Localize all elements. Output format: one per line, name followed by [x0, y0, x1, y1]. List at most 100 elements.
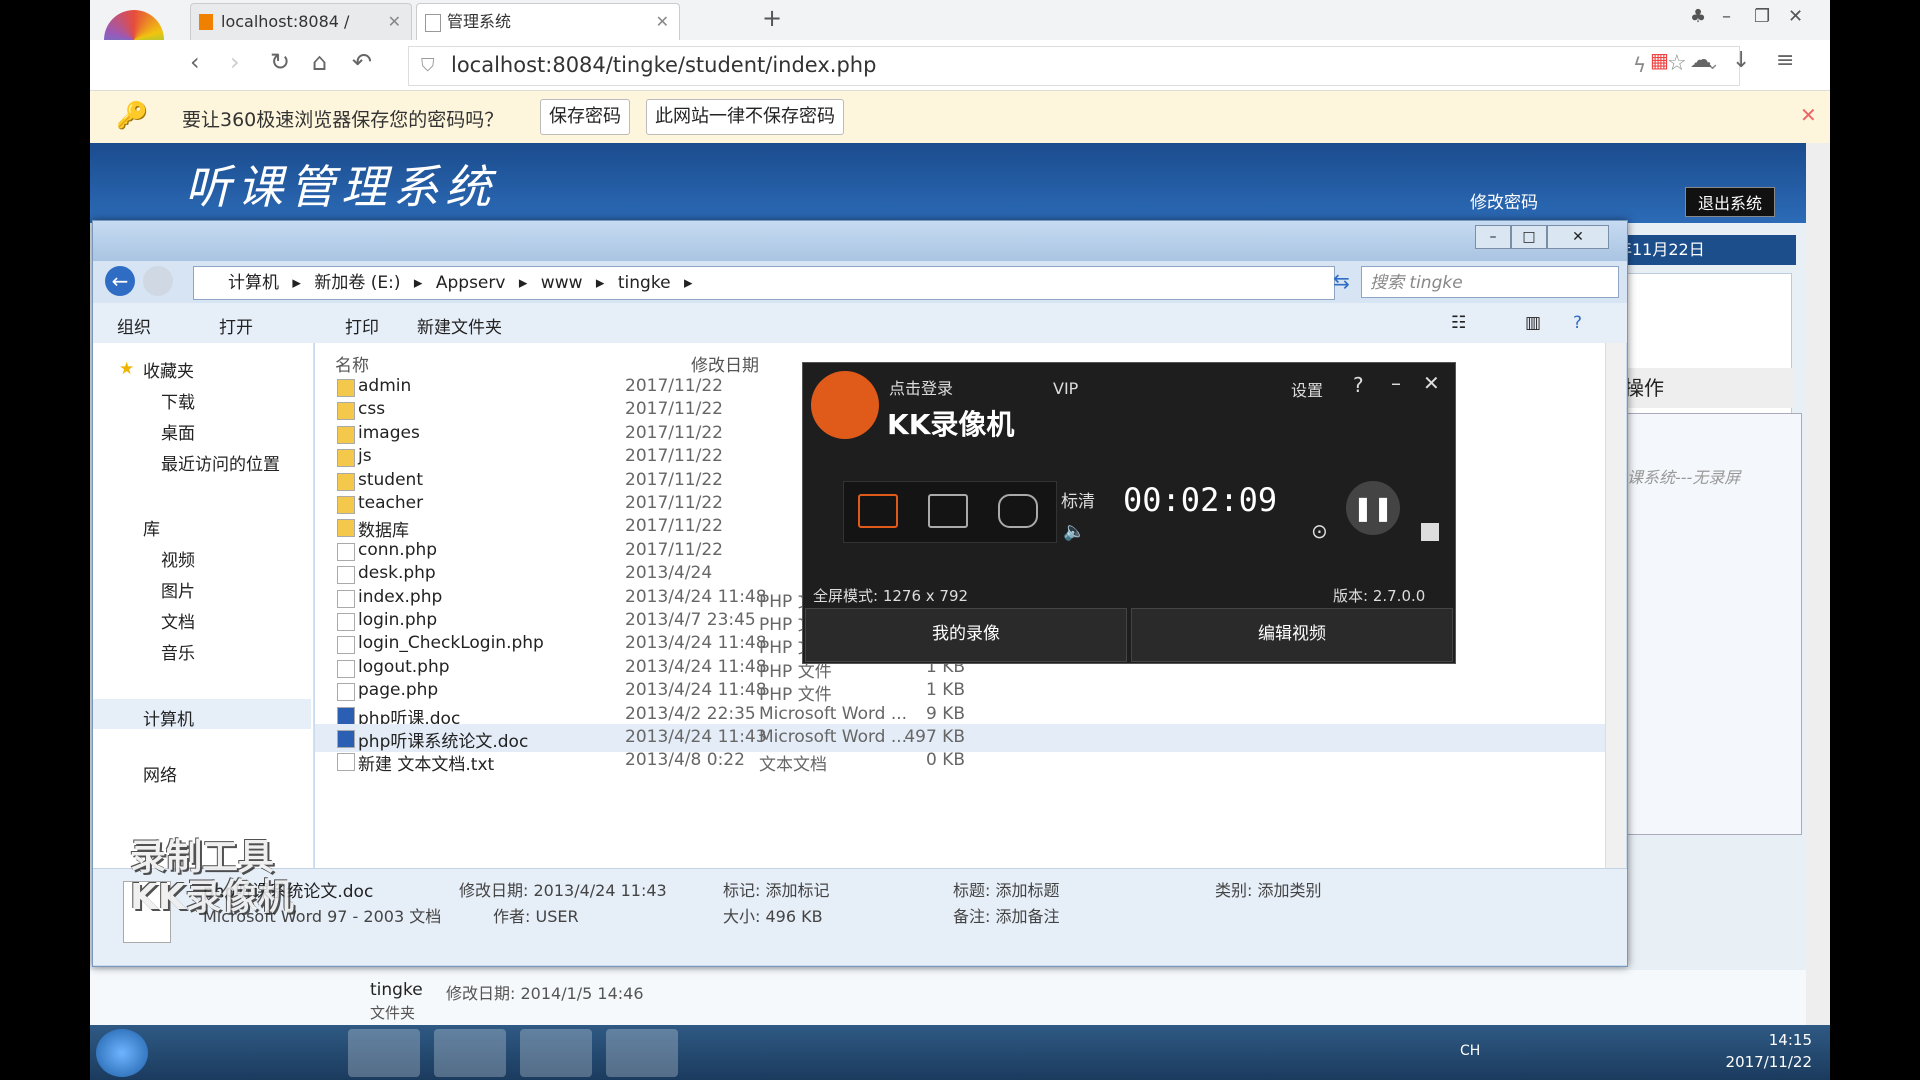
back-arrow-icon[interactable]: ←: [105, 266, 135, 296]
save-password-button[interactable]: 保存密码: [540, 99, 630, 135]
360-security-icon[interactable]: [176, 1029, 248, 1077]
breadcrumb-item[interactable]: www: [541, 273, 583, 293]
ie-browser-icon[interactable]: [262, 1029, 334, 1077]
change-password-link[interactable]: 修改密码: [1470, 188, 1538, 213]
nav-network[interactable]: 网络: [143, 761, 177, 786]
kk-vip-badge[interactable]: VIP: [1053, 379, 1078, 398]
file-explorer-icon[interactable]: [348, 1029, 420, 1077]
nav-music[interactable]: 音乐: [161, 639, 195, 664]
minimize-icon[interactable]: –: [1391, 371, 1401, 395]
preview-pane-icon[interactable]: ▥: [1525, 313, 1541, 333]
chart-app-icon[interactable]: [606, 1029, 678, 1077]
kk-mode-info: 全屏模式: 1276 x 792: [813, 587, 969, 605]
minimize-icon[interactable]: –: [1722, 6, 1731, 27]
file-row[interactable]: 新建 文本文档.txt 2013/4/8 0:22 文本文档 0 KB: [315, 747, 1605, 775]
view-options-icon[interactable]: ☷: [1451, 313, 1466, 333]
close-icon[interactable]: ✕: [656, 4, 669, 40]
kk-quality[interactable]: 标清: [1061, 487, 1095, 512]
detail-author[interactable]: 作者: USER: [493, 903, 579, 927]
address-bar[interactable]: ⛉ localhost:8084/tingke/student/index.ph…: [408, 46, 1740, 86]
nav-recent[interactable]: 最近访问的位置: [161, 450, 280, 475]
print-button[interactable]: 打印: [345, 313, 379, 338]
nav-library[interactable]: 库: [143, 515, 160, 540]
nav-videos[interactable]: 视频: [161, 546, 195, 571]
kk-login-link[interactable]: 点击登录: [889, 375, 953, 399]
pma-favicon-icon: [199, 14, 213, 30]
nav-pictures[interactable]: 图片: [161, 577, 195, 602]
download-icon[interactable]: ↓: [1732, 48, 1750, 73]
file-name: index.php: [358, 586, 443, 607]
close-icon[interactable]: ✕: [1547, 225, 1609, 249]
detail-title[interactable]: 标题: 添加标题: [953, 877, 1059, 901]
breadcrumb-item[interactable]: 计算机: [228, 273, 279, 293]
navigation-pane: ★ 收藏夹 下载 桌面 最近访问的位置 库 视频 图片 文档 音乐 计算机 网络: [93, 343, 314, 868]
cloud-icon[interactable]: ☁: [1690, 48, 1712, 73]
game-mode-icon[interactable]: [998, 494, 1038, 528]
start-button-icon[interactable]: [96, 1029, 148, 1077]
new-folder-button[interactable]: 新建文件夹: [417, 313, 502, 338]
browser-taskbar-icon[interactable]: [520, 1029, 592, 1077]
page-scrollbar[interactable]: [1806, 143, 1830, 1080]
logout-button[interactable]: 退出系统: [1685, 187, 1776, 217]
apps-icon[interactable]: ▦: [1650, 48, 1669, 72]
nav-computer[interactable]: 计算机: [143, 705, 194, 730]
undo-icon[interactable]: ↶: [352, 48, 372, 76]
back-icon[interactable]: ‹: [190, 48, 200, 76]
forward-arrow-icon[interactable]: [143, 266, 173, 296]
nav-favorites[interactable]: 收藏夹: [143, 357, 194, 382]
stop-button[interactable]: [1421, 523, 1439, 541]
nav-documents[interactable]: 文档: [161, 608, 195, 633]
detail-notes[interactable]: 备注: 添加备注: [953, 903, 1059, 927]
volume-icon[interactable]: 🔈: [1063, 521, 1085, 542]
tray-lang[interactable]: CH: [1460, 1043, 1480, 1059]
help-icon[interactable]: ?: [1573, 313, 1582, 333]
close-icon[interactable]: ✕: [388, 4, 401, 40]
detail-tags[interactable]: 标记: 添加标记: [723, 877, 829, 901]
camera-icon[interactable]: ⊙: [1311, 519, 1328, 543]
file-date: 2013/4/24 11:48: [625, 586, 767, 607]
breadcrumb-item[interactable]: tingke: [618, 273, 671, 293]
lightning-icon[interactable]: ϟ: [1633, 53, 1646, 77]
tab-management[interactable]: 管理系统 ✕: [416, 3, 680, 40]
never-save-button[interactable]: 此网站一律不保存密码: [646, 99, 844, 135]
reload-icon[interactable]: ↻: [270, 48, 290, 76]
nav-downloads[interactable]: 下载: [161, 388, 195, 413]
kk-settings-button[interactable]: 设置: [1291, 377, 1323, 401]
star-icon[interactable]: ☆: [1667, 51, 1687, 76]
tab-phpmyadmin[interactable]: localhost:8084 / localhost ✕: [190, 3, 412, 67]
forward-icon[interactable]: ›: [230, 48, 240, 76]
detail-category[interactable]: 类别: 添加类别: [1215, 877, 1321, 901]
file-date: 2013/4/8 0:22: [625, 750, 745, 771]
menu-icon[interactable]: ≡: [1776, 48, 1794, 73]
nav-desktop[interactable]: 桌面: [161, 419, 195, 444]
home-icon[interactable]: ⌂: [312, 48, 327, 76]
file-name: login.php: [358, 610, 438, 630]
breadcrumb-item[interactable]: 新加卷 (E:): [314, 273, 400, 293]
close-window-icon[interactable]: ✕: [1788, 6, 1803, 27]
edit-video-button[interactable]: 编辑视频: [1131, 608, 1453, 662]
nav-computer-row[interactable]: 计算机: [93, 699, 311, 730]
pause-button[interactable]: ❚❚: [1346, 481, 1400, 535]
new-tab-icon[interactable]: +: [762, 4, 782, 32]
close-icon[interactable]: ✕: [1423, 371, 1440, 395]
file-list-scrollbar[interactable]: [1605, 343, 1626, 868]
search-input[interactable]: 搜索 tingke: [1361, 266, 1619, 298]
explorer-titlebar[interactable]: – □ ✕: [93, 221, 1627, 261]
shirt-icon[interactable]: ♣: [1690, 6, 1706, 27]
minimize-icon[interactable]: –: [1475, 225, 1511, 249]
system-clock[interactable]: 14:15 2017/11/22: [1702, 1029, 1812, 1073]
region-mode-icon[interactable]: [928, 494, 968, 528]
file-icon: [337, 730, 355, 748]
fullscreen-mode-icon[interactable]: [858, 494, 898, 528]
restore-icon[interactable]: ❐: [1754, 6, 1770, 27]
kk-help-button[interactable]: ?: [1353, 373, 1364, 397]
close-icon[interactable]: ✕: [1800, 103, 1817, 127]
maximize-icon[interactable]: □: [1511, 225, 1547, 249]
my-recordings-button[interactable]: 我的录像: [805, 608, 1127, 662]
refresh-icon[interactable]: ⇆: [1333, 269, 1350, 293]
organize-menu[interactable]: 组织: [117, 313, 151, 338]
open-menu[interactable]: 打开: [219, 313, 253, 338]
kk-recorder-taskbar-icon[interactable]: [434, 1029, 506, 1077]
breadcrumb[interactable]: 计算机 ▸ 新加卷 (E:) ▸ Appserv ▸ www ▸ tingke …: [193, 266, 1335, 300]
breadcrumb-item[interactable]: Appserv: [436, 273, 506, 293]
